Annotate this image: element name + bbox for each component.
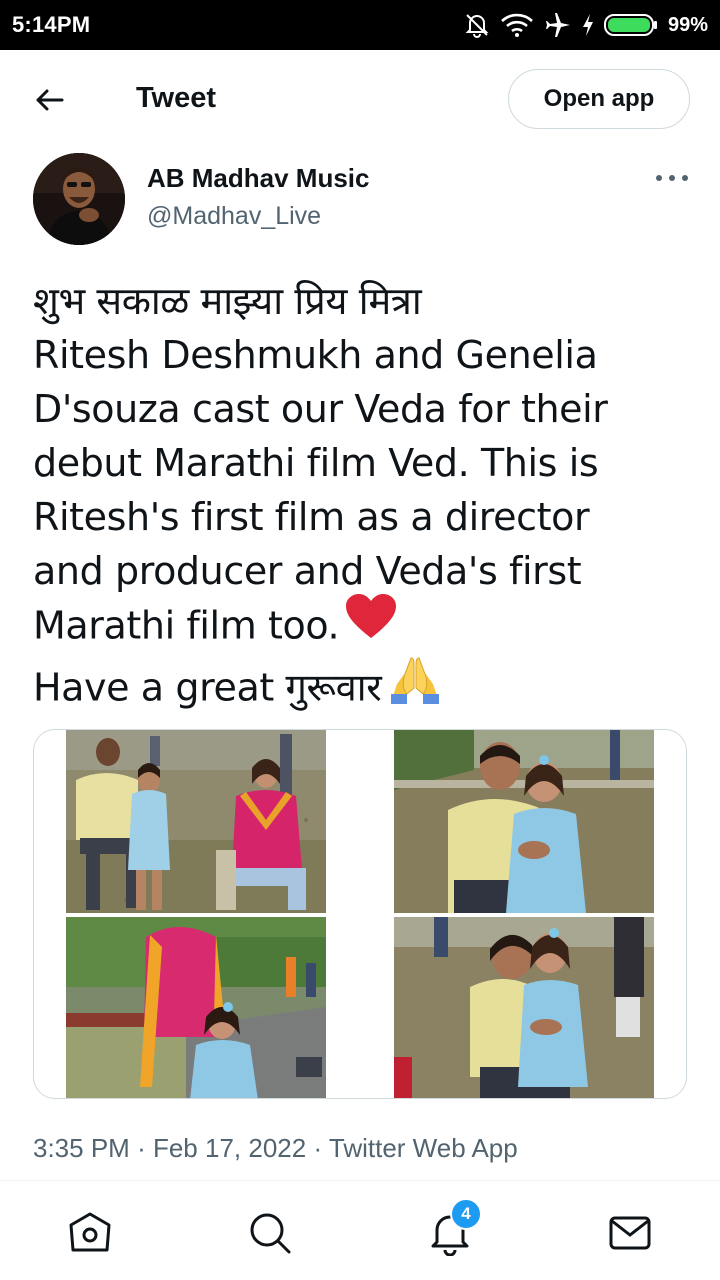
- tweet-line: debut Marathi film Ved. This is: [33, 441, 599, 485]
- airplane-icon: [544, 11, 572, 39]
- red-heart-emoji: [345, 594, 397, 654]
- author-name[interactable]: AB Madhav Music: [147, 163, 370, 194]
- status-time: 5:14PM: [12, 12, 91, 37]
- tweet-text: शुभ सकाळ माझ्या प्रिय मित्रा Ritesh Desh…: [33, 274, 693, 722]
- tweet-time: 3:35 PM: [33, 1133, 130, 1163]
- nav-search[interactable]: [246, 1209, 294, 1257]
- photo-family-seated[interactable]: [66, 730, 326, 913]
- tweet-meta: 3:35 PM · Feb 17, 2022 · Twitter Web App: [33, 1133, 518, 1164]
- back-button[interactable]: [26, 80, 72, 120]
- more-dot: [682, 175, 688, 181]
- avatar[interactable]: [33, 153, 125, 245]
- status-icons: 99%: [464, 9, 708, 41]
- mute-bell-icon: [464, 12, 490, 38]
- tweet-media[interactable]: [33, 729, 687, 1099]
- arrow-left-icon: [36, 89, 64, 111]
- open-app-button[interactable]: Open app: [508, 69, 690, 129]
- tweet-line: Ritesh Deshmukh and Genelia: [33, 333, 598, 377]
- tweet-line: D'souza cast our Veda for their: [33, 387, 608, 431]
- tweet-source[interactable]: Twitter Web App: [329, 1133, 518, 1163]
- tweet-line: and producer and Veda's first: [33, 549, 582, 593]
- messages-icon: [609, 1216, 651, 1250]
- battery-icon: [603, 13, 658, 37]
- more-dots-icon: [656, 175, 662, 181]
- more-dot: [669, 175, 675, 181]
- tweet-date: Feb 17, 2022: [152, 1133, 307, 1163]
- photo-kiss-daughter[interactable]: [394, 917, 654, 1098]
- folded-hands-emoji: [387, 654, 443, 718]
- tweet-line-text: Have a great गुरूवार: [33, 665, 382, 710]
- page-title: Tweet: [136, 82, 217, 114]
- nav-messages[interactable]: [606, 1209, 654, 1257]
- author-handle[interactable]: @Madhav_Live: [147, 202, 321, 231]
- tweet-line-text: Marathi film too.: [33, 603, 340, 648]
- notification-count-badge: 4: [450, 1198, 482, 1230]
- photo-mother-daughter[interactable]: [66, 917, 326, 1098]
- charging-bolt-icon: [582, 14, 594, 36]
- tweet-line: Ritesh's first film as a director: [33, 495, 590, 539]
- tweet-line-heart: Marathi film too.: [33, 594, 693, 658]
- search-icon: [250, 1213, 291, 1254]
- status-bar: 5:14PM 99%: [0, 0, 720, 50]
- meta-separator: ·: [313, 1133, 323, 1163]
- battery-percent: 99%: [667, 13, 708, 36]
- tweet-line-hands: Have a great गुरूवार: [33, 657, 693, 722]
- more-options-button[interactable]: [652, 166, 692, 190]
- photo-father-daughter[interactable]: [394, 730, 654, 913]
- top-nav: Tweet Open app: [0, 50, 720, 146]
- tweet-line: शुभ सकाळ माझ्या प्रिय मित्रा: [33, 279, 422, 323]
- wifi-icon: [500, 12, 534, 38]
- home-icon: [69, 1212, 111, 1252]
- bottom-nav: 4: [0, 1180, 720, 1280]
- meta-separator: ·: [137, 1133, 146, 1163]
- nav-home[interactable]: [66, 1209, 114, 1257]
